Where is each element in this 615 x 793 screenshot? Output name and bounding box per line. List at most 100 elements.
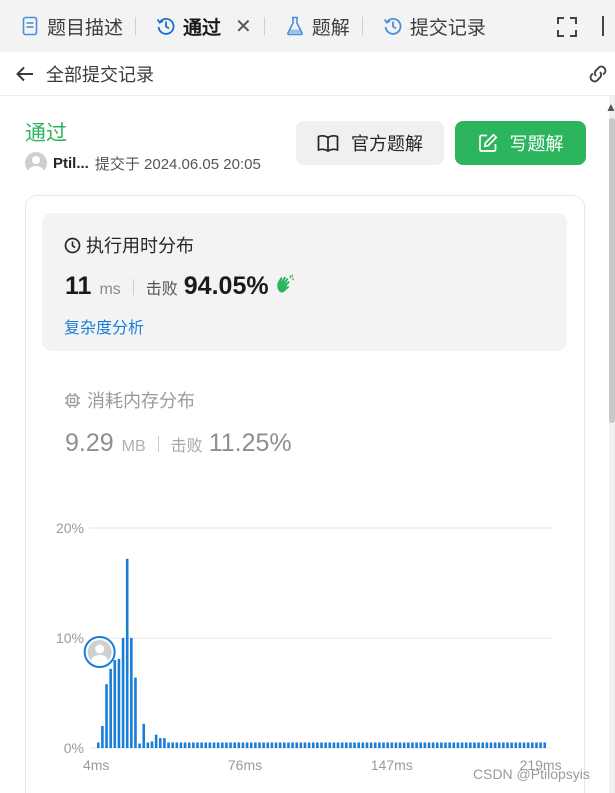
bar	[121, 638, 125, 748]
bar	[502, 742, 505, 748]
bar	[386, 742, 389, 748]
bar	[419, 742, 423, 748]
bar	[150, 741, 154, 748]
button-label: 写题解	[509, 134, 564, 154]
x-tick-label: 4ms	[83, 757, 109, 773]
bar	[237, 742, 241, 748]
submitter-info: Ptil... 提交于 2024.06.05 20:05	[25, 152, 261, 174]
bar	[146, 742, 150, 748]
y-tick-label: 0%	[64, 740, 84, 756]
bar	[270, 742, 274, 748]
runtime-title-label: 执行用时分布	[86, 236, 194, 256]
bar	[171, 742, 174, 748]
memory-title[interactable]: 消耗内存分布	[64, 387, 195, 413]
bar	[460, 742, 464, 748]
bar	[109, 668, 112, 748]
x-tick-label: 147ms	[371, 757, 413, 773]
x-tick-label: 76ms	[228, 757, 262, 773]
submission-time: 提交于 2024.06.05 20:05	[94, 155, 261, 173]
bar	[134, 677, 137, 748]
bar	[452, 742, 456, 748]
bar	[266, 742, 270, 748]
bar	[349, 742, 352, 748]
bar	[254, 742, 257, 748]
complexity-analysis-link[interactable]: 复杂度分析	[64, 314, 144, 338]
bar	[278, 742, 282, 748]
close-icon[interactable]: ✕	[235, 14, 252, 39]
runtime-stats: 11 ms 击败 94.05%	[65, 272, 295, 301]
all-submissions-link[interactable]: 全部提交记录	[46, 61, 154, 87]
bar	[357, 742, 361, 748]
bar	[225, 742, 228, 748]
bar	[398, 742, 402, 748]
bar	[365, 742, 369, 748]
bar	[101, 726, 104, 748]
bar	[220, 742, 224, 748]
avatar[interactable]	[25, 152, 47, 174]
runtime-beats-pct: 94.05%	[183, 272, 269, 300]
bar	[531, 742, 534, 748]
bar	[506, 742, 509, 748]
bar	[249, 742, 253, 748]
bar	[105, 684, 108, 748]
bar	[407, 742, 410, 748]
back-arrow-icon[interactable]	[14, 63, 36, 85]
write-solution-button[interactable]: 写题解	[455, 121, 586, 165]
link-icon[interactable]	[586, 63, 610, 85]
bar	[431, 742, 435, 748]
bar	[212, 742, 216, 748]
bar	[183, 742, 187, 748]
bar	[303, 742, 307, 748]
bar	[113, 660, 117, 748]
clap-icon	[275, 274, 295, 299]
bar	[163, 738, 166, 748]
bar	[336, 742, 340, 748]
bar	[353, 742, 356, 748]
tab-accepted[interactable]: 通过 ✕	[136, 0, 265, 52]
history-icon	[383, 16, 403, 36]
bar	[522, 742, 526, 748]
official-solution-button[interactable]: 官方题解	[296, 121, 444, 165]
avatar-head	[95, 644, 105, 654]
scroll-up-icon[interactable]: ▲	[605, 100, 615, 114]
bar	[382, 742, 385, 748]
tab-solutions[interactable]: 题解	[265, 0, 363, 52]
bar	[440, 742, 443, 748]
watermark: CSDN @Ptilopsyis	[473, 766, 590, 782]
more-icon[interactable]	[596, 14, 610, 38]
bar	[444, 742, 447, 748]
bar	[320, 742, 323, 748]
history-icon	[156, 16, 176, 36]
username[interactable]: Ptil...	[53, 155, 89, 172]
bar	[117, 658, 121, 748]
scrollbar-thumb[interactable]	[609, 118, 615, 423]
tab-description[interactable]: 题目描述	[0, 0, 137, 52]
beats-label: 击败	[145, 281, 178, 298]
bar	[469, 742, 472, 748]
bar	[192, 742, 195, 748]
tab-label: 通过	[183, 17, 222, 39]
tab-label: 题目描述	[47, 17, 124, 39]
bar	[493, 742, 497, 748]
submission-status: 通过	[25, 122, 67, 145]
bar	[125, 558, 129, 748]
tab-submissions[interactable]: 提交记录	[363, 0, 486, 52]
flask-icon	[285, 16, 305, 36]
tab-bar: 题目描述 通过 ✕ 题解 提交记录	[0, 0, 615, 52]
bar	[274, 742, 278, 748]
fullscreen-icon[interactable]	[556, 16, 578, 38]
beats-label: 击败	[170, 438, 203, 455]
bar	[415, 742, 418, 748]
submission-header: 全部提交记录	[0, 52, 615, 96]
bar	[497, 742, 501, 748]
bar	[130, 638, 133, 748]
bar	[187, 742, 191, 748]
bar	[543, 742, 547, 748]
bar	[158, 738, 162, 748]
bar	[282, 742, 286, 748]
bar	[311, 742, 315, 748]
divider	[157, 435, 159, 452]
bar	[369, 742, 373, 748]
bar	[204, 742, 208, 748]
clock-icon	[64, 237, 81, 253]
